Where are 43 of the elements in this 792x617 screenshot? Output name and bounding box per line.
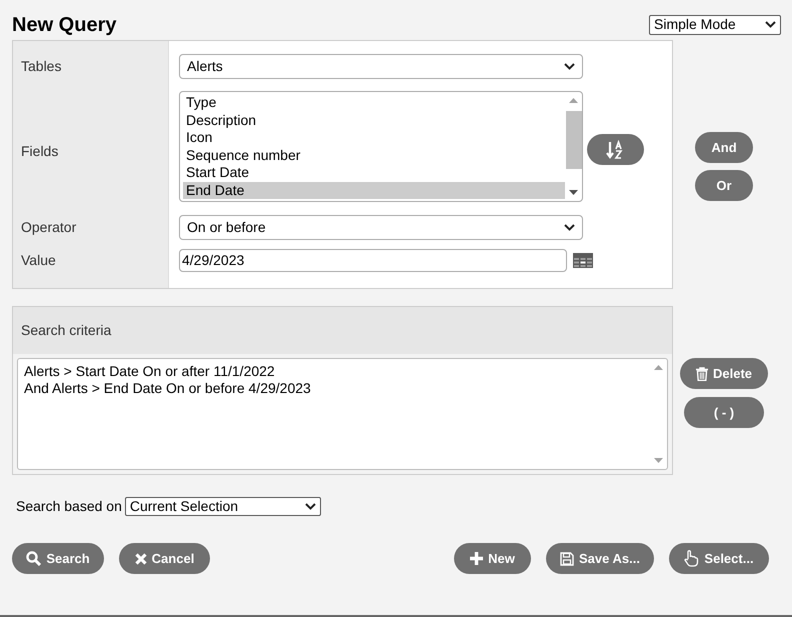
parenthesis-button[interactable]: ( - ): [684, 397, 764, 428]
pointing-hand-icon: [684, 550, 700, 567]
fields-listbox[interactable]: Type Description Icon Sequence number Start Date End Date: [179, 91, 583, 202]
page-title: New Query: [12, 12, 116, 38]
field-label: Fields: [21, 142, 58, 161]
delete-button[interactable]: Delete: [680, 358, 768, 389]
search-based-on-select[interactable]: Current Selection: [124, 497, 321, 516]
field-label: Value: [21, 250, 56, 270]
listbox-option[interactable]: Start Date: [183, 164, 565, 182]
close-icon: [134, 552, 147, 564]
criteria-textarea[interactable]: Alerts > Start Date On or after 11/1/2022 And Alerts > End Date On or before 4/29/2023: [17, 358, 668, 470]
plus-icon: [470, 552, 484, 565]
sort-az-icon: [606, 140, 626, 160]
criteria-line: Alerts > Start Date On or after 11/1/2022: [24, 363, 276, 380]
tables-select[interactable]: Alerts: [179, 54, 583, 78]
logic-button[interactable]: Or: [695, 170, 753, 201]
search-button[interactable]: Search: [12, 543, 104, 574]
listbox-option[interactable]: Description: [183, 112, 565, 129]
field-label: Tables: [21, 56, 62, 76]
chevron-icon: [765, 21, 776, 28]
field-label: Operator: [21, 218, 76, 237]
logic-button[interactable]: And: [695, 132, 753, 163]
save-as-button[interactable]: Save As...: [546, 543, 654, 574]
search-icon: [26, 551, 42, 566]
sort-button[interactable]: [587, 134, 644, 165]
listbox-option[interactable]: Type: [183, 94, 565, 112]
cancel-button[interactable]: Cancel: [119, 543, 210, 574]
listbox-option[interactable]: Sequence number: [183, 146, 565, 164]
date-field[interactable]: 4/29/2023: [179, 248, 567, 272]
chevron-icon: [564, 224, 575, 230]
chevron-icon: [564, 62, 575, 70]
chevron-icon: [304, 503, 316, 510]
operator-select[interactable]: On or before: [179, 214, 583, 240]
mode-select[interactable]: Simple Mode: [649, 14, 781, 34]
listbox-option[interactable]: End Date: [183, 182, 565, 199]
new-button[interactable]: New: [454, 543, 531, 574]
select-button[interactable]: Select...: [669, 543, 769, 574]
trash-icon: [696, 366, 708, 380]
search-based-on-label: Search based on: [16, 497, 122, 516]
criteria-line: And Alerts > End Date On or before 4/29/2023: [24, 380, 312, 397]
listbox-option[interactable]: Icon: [183, 129, 565, 146]
calendar-icon[interactable]: [573, 252, 593, 268]
criteria-header: Search criteria: [13, 307, 672, 354]
